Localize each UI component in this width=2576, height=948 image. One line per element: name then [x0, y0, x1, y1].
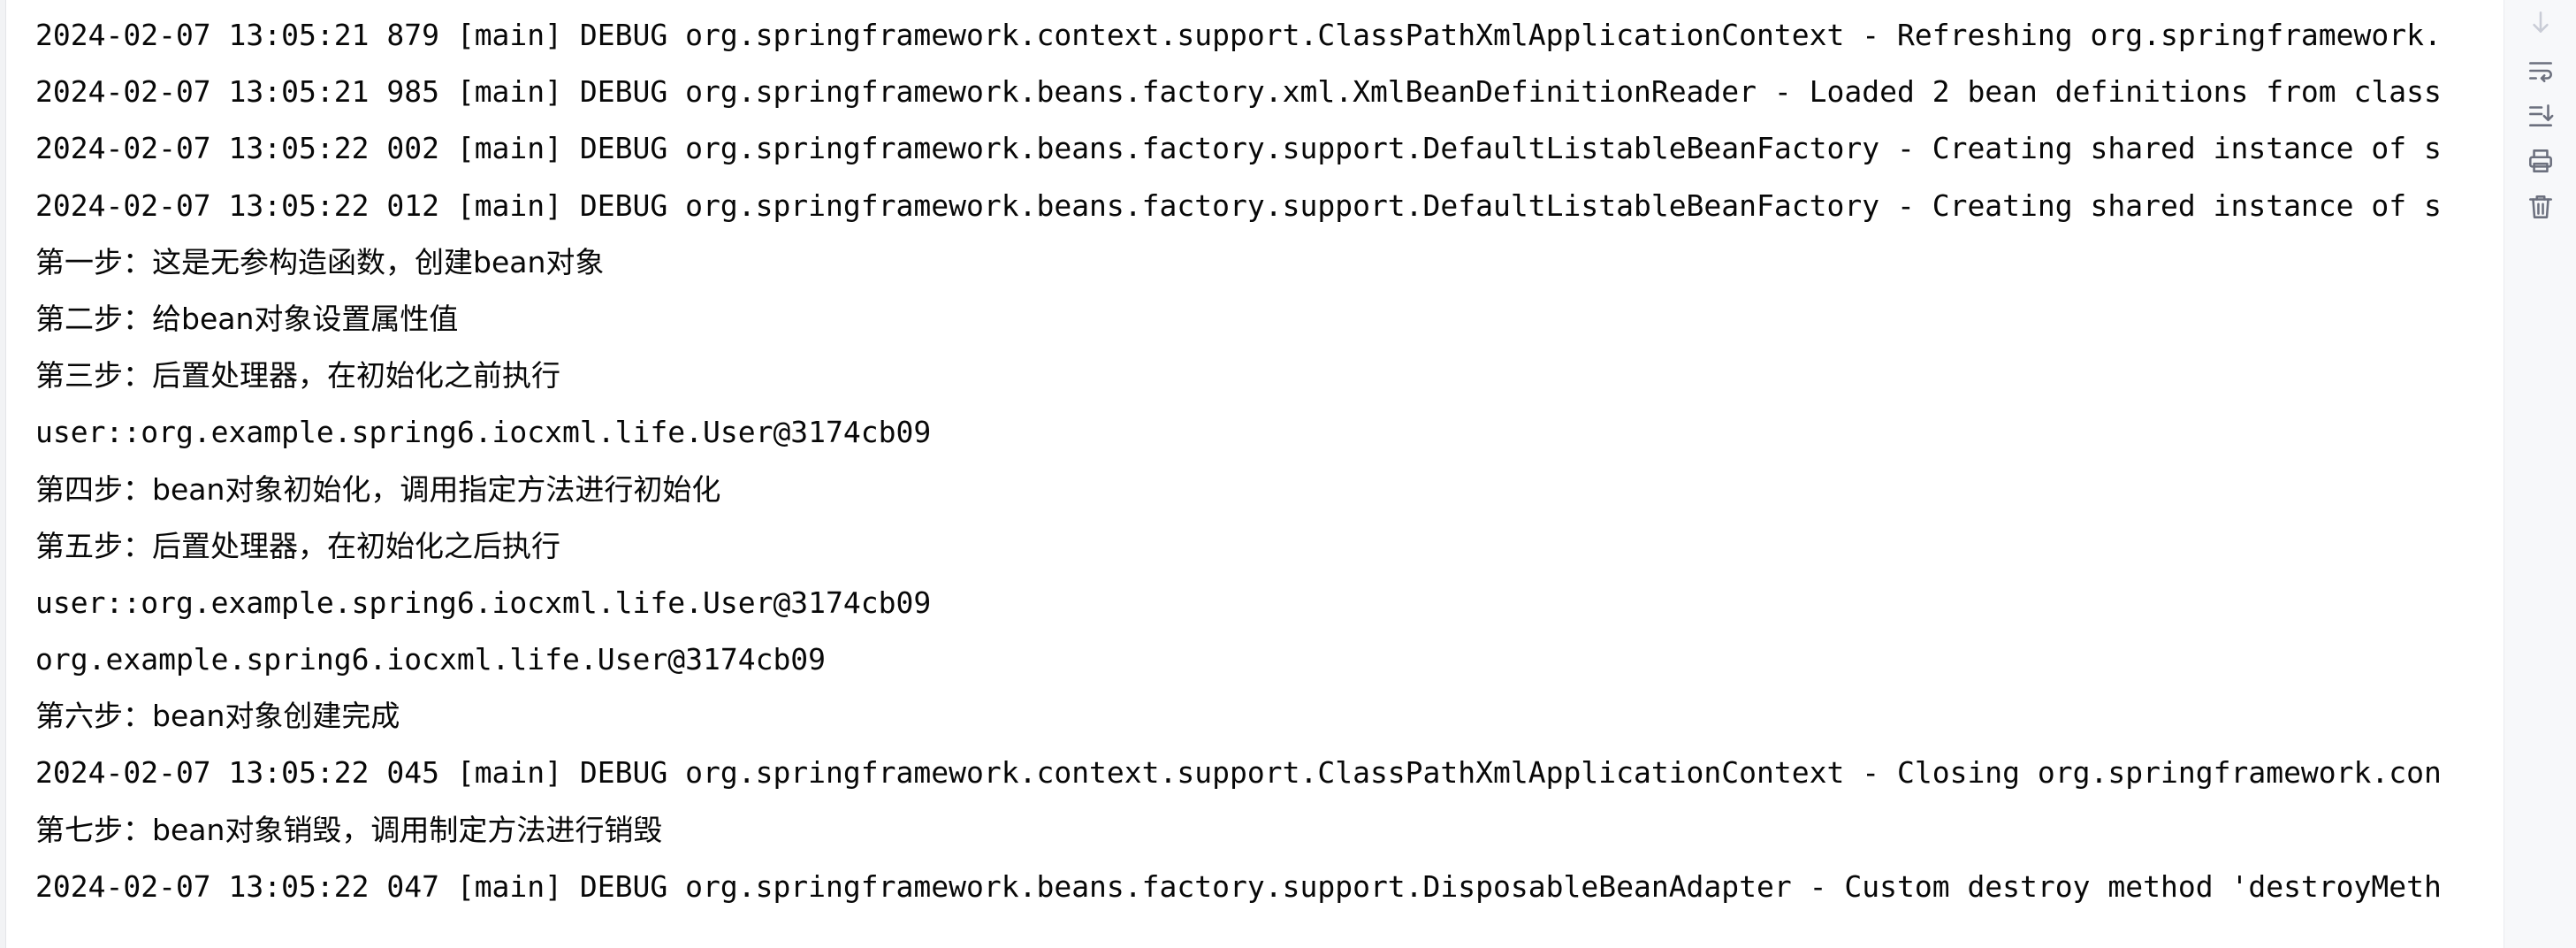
console-line: 第三步：后置处理器，在初始化之前执行: [35, 358, 560, 394]
console-line: 第四步：bean对象初始化，调用指定方法进行初始化: [35, 471, 721, 507]
console-line: 2024-02-07 13:05:22 012 [main] DEBUG org…: [35, 187, 2442, 223]
console-line: 第六步：bean对象创建完成: [35, 699, 400, 734]
console-line: 2024-02-07 13:05:22 047 [main] DEBUG org…: [35, 868, 2442, 904]
console-line: user::org.example.spring6.iocxml.life.Us…: [35, 585, 932, 620]
console-line: 2024-02-07 13:05:21 985 [main] DEBUG org…: [35, 74, 2442, 110]
console-line: 2024-02-07 13:05:22 045 [main] DEBUG org…: [35, 755, 2442, 791]
console-line: 2024-02-07 13:05:21 879 [main] DEBUG org…: [35, 18, 2442, 52]
console-line: 2024-02-07 13:05:22 002 [main] DEBUG org…: [35, 131, 2442, 166]
console-line: 第七步：bean对象销毁，调用制定方法进行销毁: [35, 812, 663, 847]
console-output[interactable]: 2024-02-07 13:05:21 879 [main] DEBUG org…: [35, 0, 2502, 948]
console-line: 第五步：后置处理器，在初始化之后执行: [35, 528, 560, 563]
soft-wrap-icon[interactable]: [2523, 53, 2558, 88]
console-left-gutter: [0, 0, 6, 948]
console-line: 第一步：这是无参构造函数，创建bean对象: [35, 244, 605, 279]
console-line: org.example.spring6.iocxml.life.User@317…: [35, 642, 827, 677]
print-icon[interactable]: [2523, 143, 2558, 179]
clear-all-icon[interactable]: [2523, 189, 2558, 225]
console-line: user::org.example.spring6.iocxml.life.Us…: [35, 415, 932, 450]
run-console: 2024-02-07 13:05:21 879 [main] DEBUG org…: [0, 0, 2576, 948]
console-toolbar: [2504, 0, 2576, 948]
console-line: 第二步：给bean对象设置属性值: [35, 301, 459, 336]
scroll-to-end-icon[interactable]: [2523, 97, 2558, 133]
scroll-down-icon[interactable]: [2523, 5, 2558, 41]
